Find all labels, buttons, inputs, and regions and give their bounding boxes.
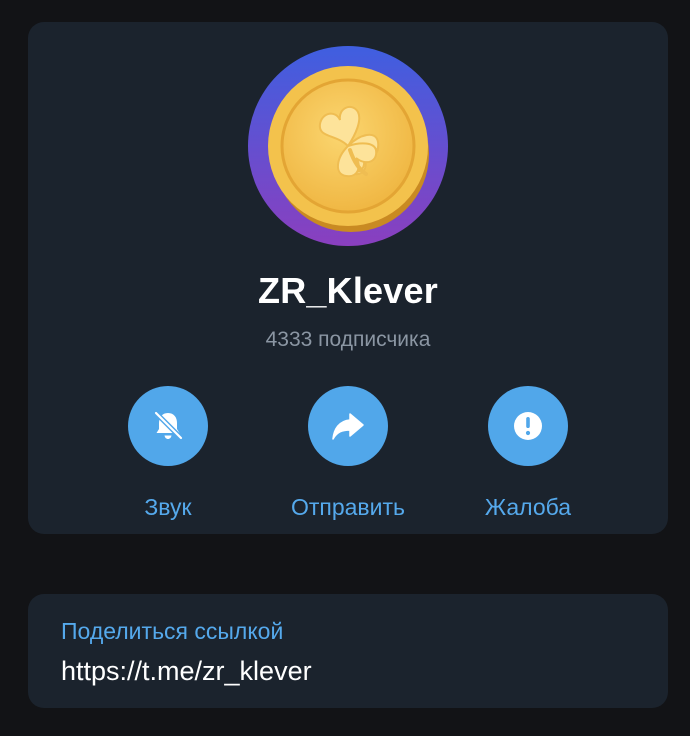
channel-name: ZR_Klever [258, 270, 438, 311]
forward-button-circle[interactable] [308, 386, 388, 466]
channel-profile-card: ZR_Klever 4333 подписчика Звук Отправить [28, 22, 668, 534]
share-link-title: Поделиться ссылкой [61, 618, 284, 644]
mute-button-circle[interactable] [128, 386, 208, 466]
exclamation-icon [514, 412, 542, 440]
channel-avatar[interactable] [248, 46, 448, 246]
share-arrow-icon [332, 413, 364, 440]
subscriber-count: 4333 подписчика [265, 328, 431, 351]
forward-button-label: Отправить [290, 494, 406, 520]
report-button[interactable]: Жалоба [438, 386, 618, 521]
share-link-url[interactable]: https://t.me/zr_klever [61, 656, 312, 687]
mute-button-label: Звук [144, 494, 192, 520]
report-button-circle[interactable] [488, 386, 568, 466]
mute-button[interactable]: Звук [78, 386, 258, 521]
clover-coin-icon [248, 46, 448, 246]
forward-button[interactable]: Отправить [258, 386, 438, 521]
share-link-card[interactable]: Поделиться ссылкой https://t.me/zr_kleve… [28, 594, 668, 708]
bell-muted-icon [153, 410, 184, 441]
report-button-label: Жалоба [484, 494, 572, 520]
